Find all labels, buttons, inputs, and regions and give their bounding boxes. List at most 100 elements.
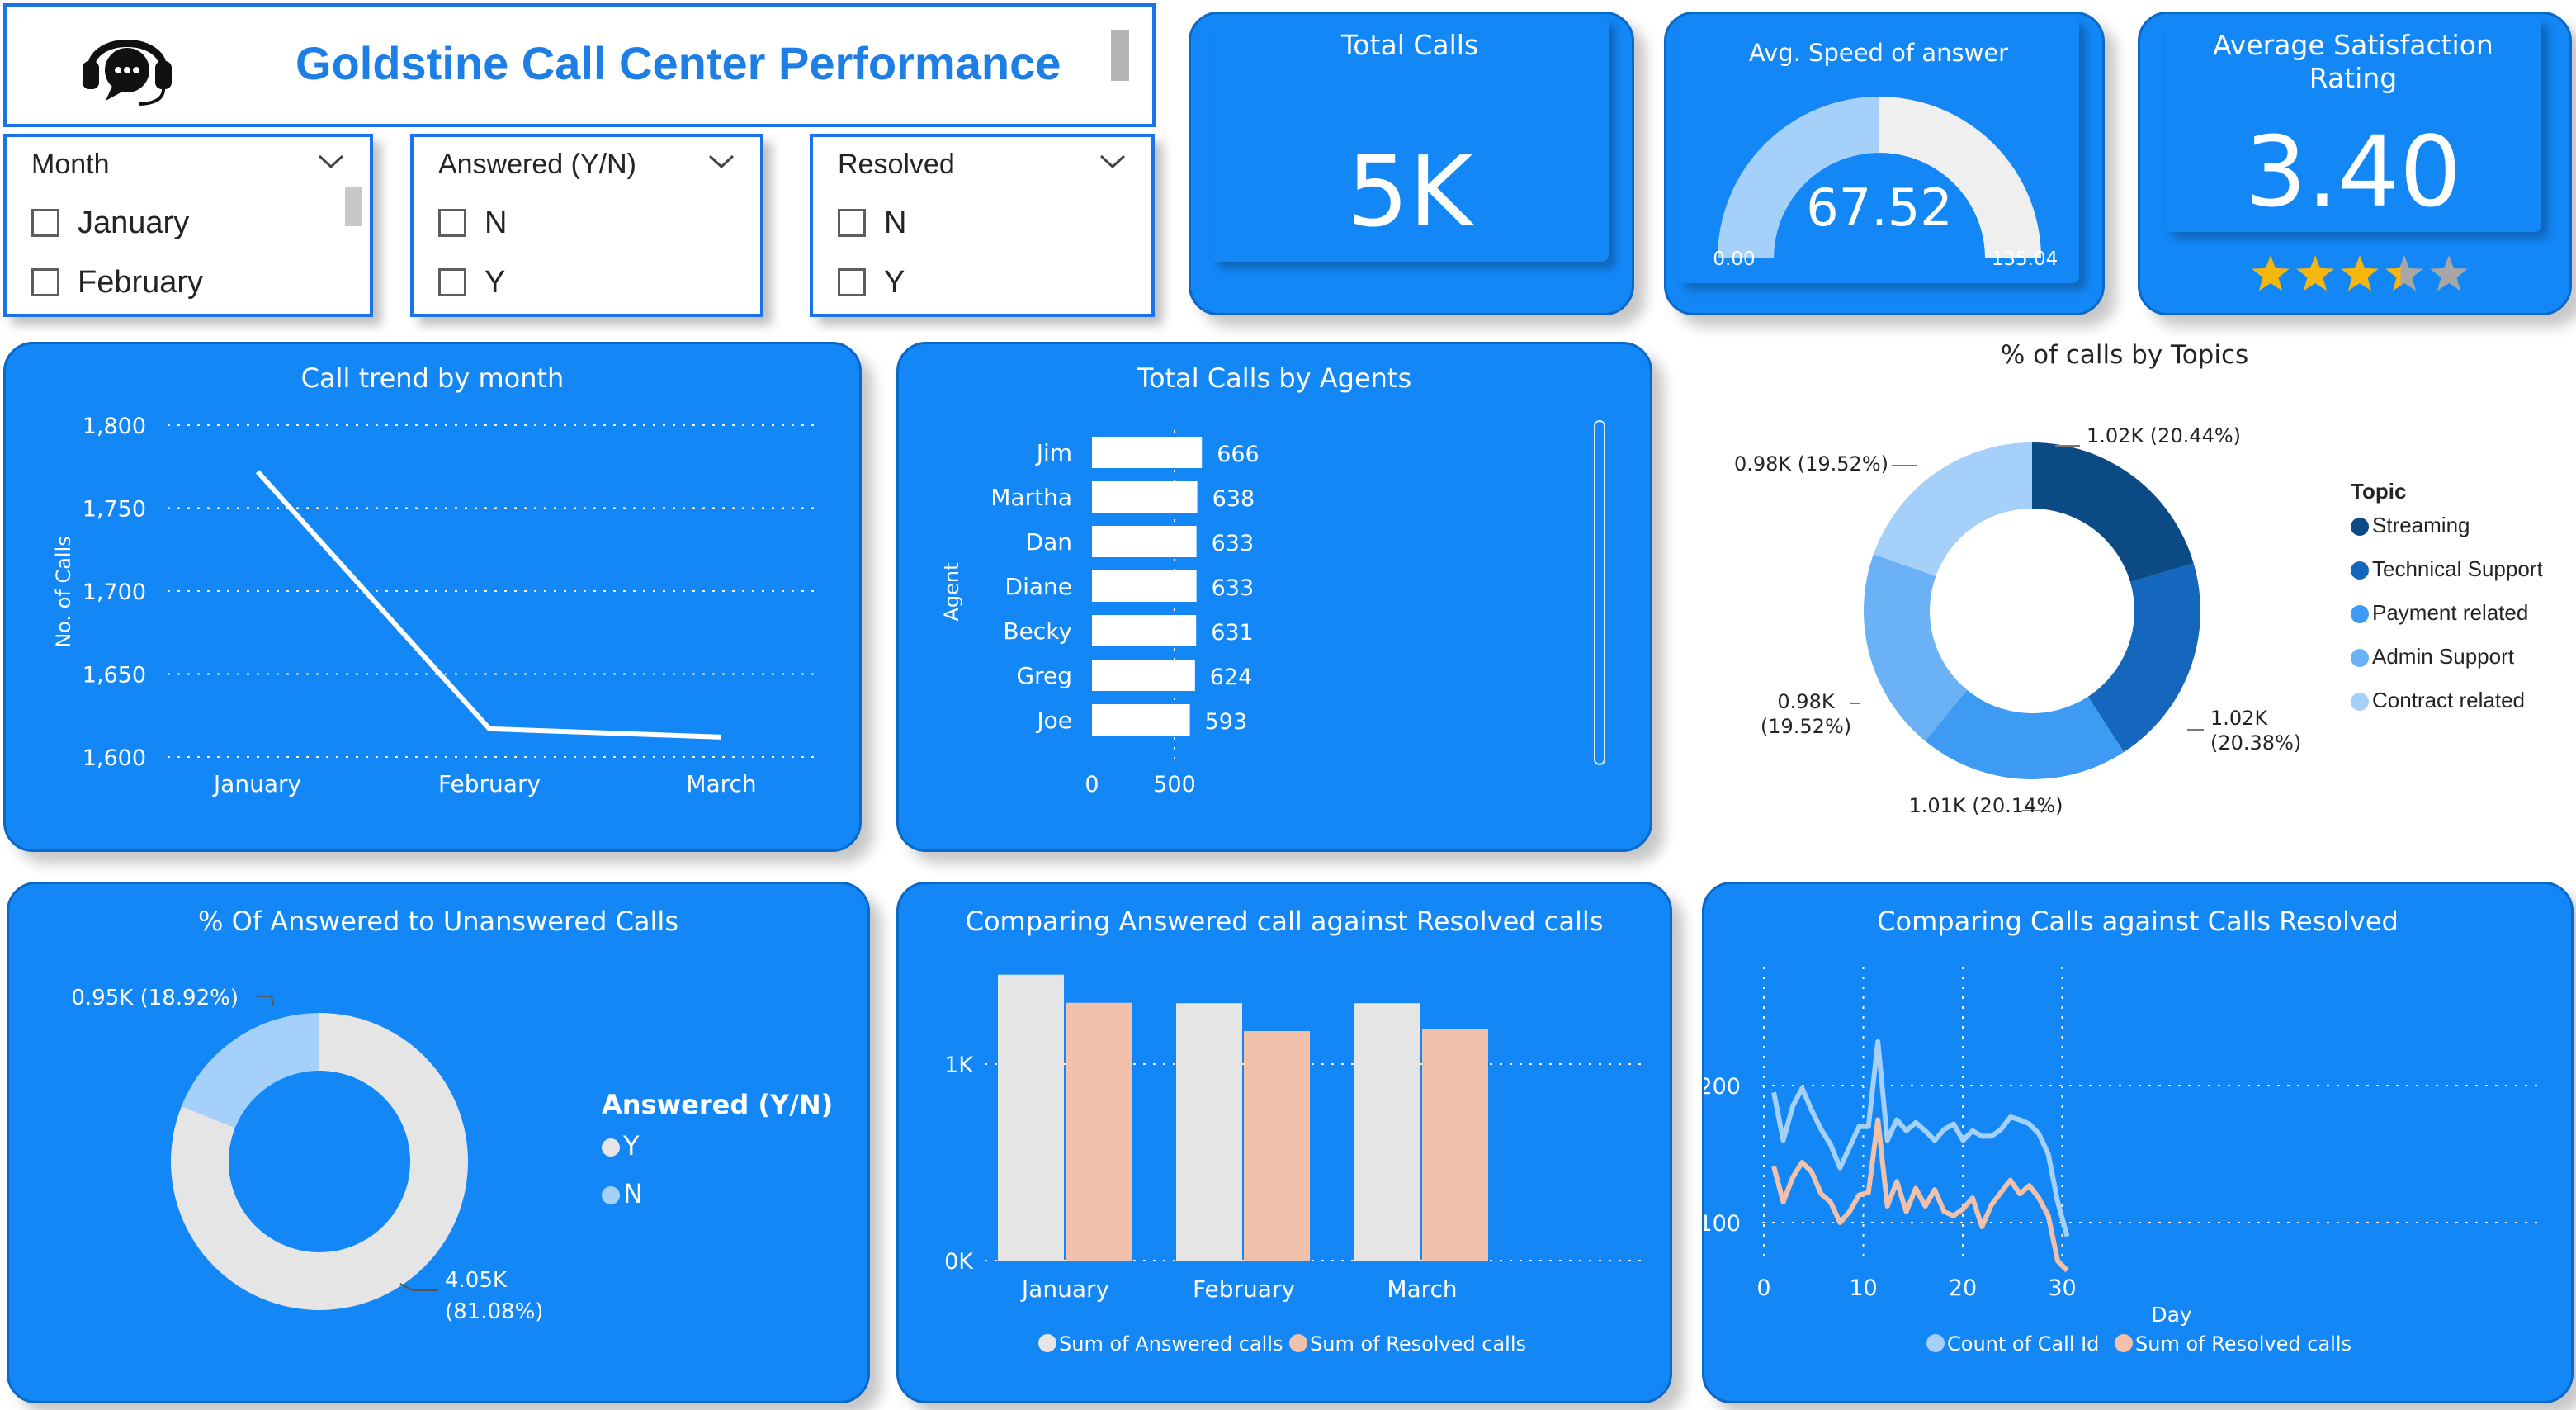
- star-icon: [2296, 255, 2334, 291]
- checkbox[interactable]: [438, 209, 466, 237]
- star-icon: [2430, 255, 2468, 291]
- legend-label: N: [623, 1178, 643, 1209]
- topics-panel: % of calls by Topics 1.02K (20.44%) 1.02K…: [1676, 330, 2574, 842]
- legend-label: Sum of Resolved calls: [2135, 1332, 2351, 1356]
- topics-legend-title: Topic: [2351, 479, 2407, 504]
- agents-scrollbar[interactable]: [1594, 420, 1605, 765]
- legend-swatch: [1926, 1334, 1945, 1352]
- leader-line: [257, 996, 274, 1005]
- y-tick-label: 0K: [944, 1249, 974, 1275]
- star-icon: [2341, 255, 2379, 291]
- bar: [998, 974, 1064, 1261]
- month-slicer-title: Month: [31, 149, 110, 180]
- y-axis-label: No. of Calls: [52, 536, 75, 648]
- x-axis-label: Day: [2151, 1303, 2192, 1327]
- month-slicer-scrollbar[interactable]: [345, 187, 362, 226]
- answered-share-card: % Of Answered to Unanswered Calls 4.05K(…: [7, 882, 870, 1403]
- call-trend-card: Call trend by month 1,600 1,650 1,700 1,750…: [3, 342, 862, 852]
- legend-label: Sum of Answered calls: [1059, 1332, 1283, 1356]
- bar: [1354, 1003, 1420, 1261]
- legend-item[interactable]: Payment related: [2351, 600, 2543, 626]
- month-option-february[interactable]: February: [31, 264, 203, 300]
- bar: [1244, 1031, 1310, 1261]
- star-icon: [2385, 255, 2423, 291]
- pie-slice: [181, 1013, 319, 1128]
- legend-label: Contract related: [2372, 688, 2525, 712]
- star-icon: [2252, 255, 2290, 291]
- answered-legend: Answered (Y/N) YN: [602, 1089, 833, 1226]
- y-tick-label: Becky: [1003, 617, 1072, 645]
- gauge-value: 67.52: [1806, 177, 1953, 238]
- y-tick-label: 100: [1704, 1211, 1741, 1237]
- legend-item[interactable]: Streaming: [2351, 513, 2543, 538]
- legend-label: Payment related: [2372, 600, 2529, 625]
- star-rating: [2252, 255, 2468, 291]
- checkbox[interactable]: [31, 209, 59, 237]
- legend-swatch: [1038, 1334, 1056, 1352]
- page-title: Goldstine Call Center Performance: [295, 37, 1061, 89]
- data-label: 624: [1210, 665, 1253, 690]
- y-tick-label: Jim: [1035, 439, 1072, 466]
- header-scrollbar[interactable]: [1111, 30, 1129, 81]
- legend-item[interactable]: N: [602, 1178, 833, 1209]
- resolved-option-y[interactable]: Y: [838, 264, 905, 300]
- bar: [1066, 1002, 1132, 1261]
- legend-swatch: [2351, 518, 2369, 537]
- bar: [1092, 660, 1195, 691]
- legend-item[interactable]: Admin Support: [2351, 644, 2543, 670]
- x-tick-label: March: [686, 770, 756, 797]
- x-tick-label: February: [438, 770, 541, 797]
- legend-label: Y: [623, 1130, 640, 1162]
- call-trend-chart: 1,600 1,650 1,700 1,750 1,800 No. of Calls Jan…: [52, 414, 816, 797]
- answered-option-y[interactable]: Y: [438, 264, 505, 300]
- x-tick-label: March: [1387, 1275, 1457, 1303]
- y-tick-label: 1,800: [83, 414, 146, 439]
- legend-item[interactable]: Technical Support: [2351, 556, 2543, 582]
- legend-item[interactable]: Contract related: [2351, 688, 2543, 713]
- x-tick-label: 0: [1756, 1275, 1770, 1301]
- checkbox[interactable]: [31, 268, 59, 296]
- bar: [1176, 1003, 1242, 1261]
- month-option-january[interactable]: January: [31, 205, 189, 241]
- data-label: 593: [1205, 709, 1248, 735]
- x-tick-label: January: [1020, 1275, 1109, 1303]
- data-label: 4.05K (81.08%): [445, 1268, 543, 1324]
- bar: [1092, 526, 1197, 557]
- legend-swatch: [2351, 649, 2369, 668]
- gauge-min-label: 0.00: [1713, 248, 1755, 270]
- checkbox[interactable]: [838, 268, 866, 296]
- data-label-line: 0.98K: [1777, 690, 1835, 713]
- y-axis-label: Agent: [940, 562, 963, 621]
- data-label: 638: [1212, 486, 1255, 512]
- answered-option-n[interactable]: N: [438, 205, 507, 241]
- calls-vs-resolved-card: Comparing Calls against Calls Resolved 1…: [1702, 882, 2574, 1403]
- data-label: 633: [1212, 531, 1255, 556]
- legend-item[interactable]: Y: [602, 1130, 833, 1162]
- y-tick-label: 1,600: [83, 745, 146, 771]
- chevron-down-icon[interactable]: [1099, 149, 1127, 173]
- total-calls-title: Total Calls: [1340, 29, 1479, 61]
- y-tick-label: Greg: [1016, 662, 1072, 689]
- speed-gauge: 0.00 135.04 67.52: [1713, 97, 2058, 270]
- resolved-option-n[interactable]: N: [838, 205, 906, 241]
- checkbox[interactable]: [438, 268, 466, 296]
- data-label: 0.98K (19.52%): [1761, 690, 1851, 738]
- leader-line: [399, 1283, 438, 1291]
- legend-swatch: [602, 1138, 620, 1157]
- legend-label: Technical Support: [2372, 556, 2543, 581]
- data-label: 666: [1217, 442, 1260, 467]
- month-slicer: Month January February: [3, 134, 373, 317]
- total-calls-inner: Total Calls 5K: [1211, 17, 1609, 262]
- answered-slicer-title: Answered (Y/N): [438, 149, 636, 180]
- resolved-slicer: Resolved N Y: [810, 134, 1155, 317]
- chevron-down-icon[interactable]: [317, 149, 345, 173]
- data-label: 633: [1212, 575, 1255, 601]
- checkbox[interactable]: [838, 209, 866, 237]
- bar: [1092, 437, 1203, 468]
- avg-speed-card: Avg. Speed of answer 0.00 135.04 67.52: [1664, 12, 2105, 315]
- chevron-down-icon[interactable]: [707, 149, 735, 173]
- y-tick-label: Martha: [990, 484, 1072, 511]
- answered-vs-resolved-chart: 0K 1K January February March Sum of Answered …: [944, 974, 1642, 1356]
- y-tick-label: 1,750: [83, 497, 146, 523]
- bar: [1092, 481, 1198, 513]
